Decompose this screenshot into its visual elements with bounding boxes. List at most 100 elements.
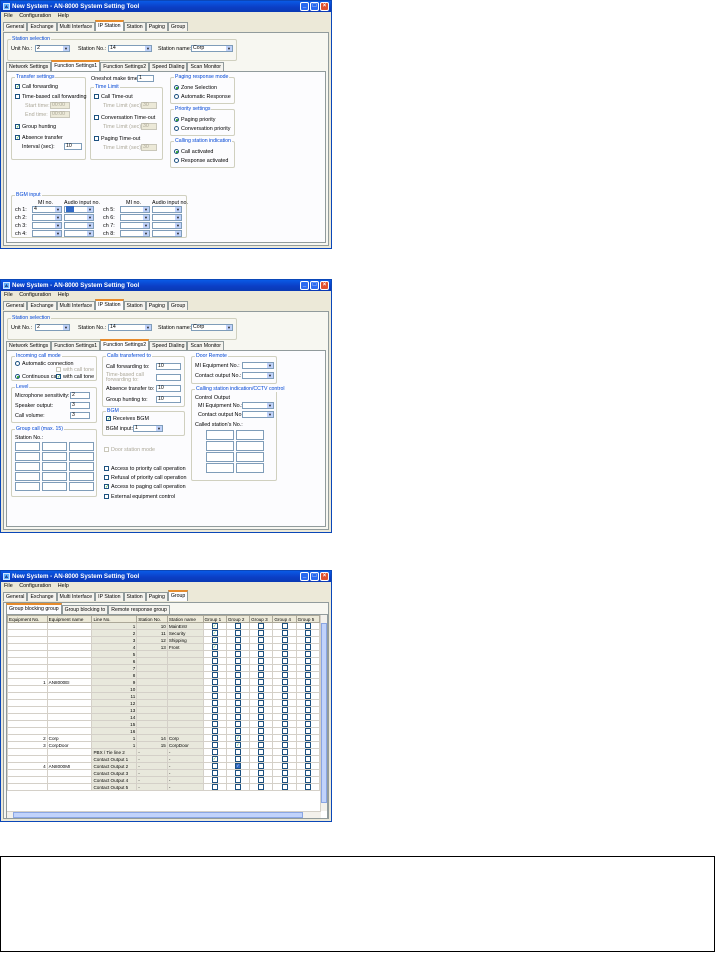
- group-checkbox[interactable]: [304, 658, 311, 664]
- call-forwarding-checkbox[interactable]: ✓: [15, 84, 20, 90]
- group-checkbox[interactable]: [304, 735, 311, 741]
- subtab-speed-dialing[interactable]: Speed Dialing: [149, 62, 188, 71]
- group-checkbox[interactable]: [258, 749, 265, 755]
- group-checkbox[interactable]: [211, 777, 218, 783]
- response-activated-radio[interactable]: [174, 158, 179, 163]
- continuous-call-tone-checkbox[interactable]: ✓: [56, 374, 61, 380]
- tab-station[interactable]: Station: [123, 22, 146, 31]
- oneshot-input[interactable]: 1: [137, 75, 154, 82]
- group-checkbox[interactable]: [258, 763, 265, 769]
- paging-priority-radio[interactable]: [174, 117, 179, 122]
- unit-no-select[interactable]: 2 ▼: [35, 324, 70, 331]
- call-volume-input[interactable]: 3: [70, 412, 90, 419]
- group-checkbox[interactable]: [234, 707, 241, 713]
- group-checkbox[interactable]: [281, 735, 288, 741]
- group-checkbox[interactable]: [234, 686, 241, 692]
- menu-configuration[interactable]: Configuration: [19, 292, 51, 298]
- group-call-station-input[interactable]: [69, 442, 94, 451]
- zone-selection-radio[interactable]: [174, 85, 179, 90]
- auto-call-tone-checkbox[interactable]: [56, 367, 61, 372]
- menu-file[interactable]: File: [4, 292, 13, 298]
- called-station-input[interactable]: [236, 452, 264, 462]
- group-checkbox[interactable]: [304, 700, 311, 706]
- group-checkbox[interactable]: [304, 672, 311, 678]
- group-checkbox[interactable]: [258, 644, 265, 650]
- group-checkbox[interactable]: [281, 763, 288, 769]
- menu-configuration[interactable]: Configuration: [19, 583, 51, 589]
- group-checkbox[interactable]: [304, 763, 311, 769]
- group-call-station-input[interactable]: [69, 482, 94, 491]
- group-checkbox[interactable]: [281, 693, 288, 699]
- absence-transfer-to-input[interactable]: 10: [156, 385, 181, 392]
- minimize-icon[interactable]: _: [300, 572, 309, 581]
- tab-station[interactable]: Station: [123, 301, 146, 310]
- group-checkbox[interactable]: [258, 742, 265, 748]
- group-call-station-input[interactable]: [69, 452, 94, 461]
- conversation-priority-radio[interactable]: [174, 126, 179, 131]
- title-bar[interactable]: A New System - AN-8000 System Setting To…: [1, 571, 331, 582]
- ch5-mi-select[interactable]: ▼: [120, 206, 150, 213]
- group-checkbox[interactable]: [234, 693, 241, 699]
- group-checkbox[interactable]: [211, 714, 218, 720]
- group-checkbox[interactable]: [258, 728, 265, 734]
- menu-help[interactable]: Help: [58, 13, 69, 19]
- group-checkbox[interactable]: [211, 651, 218, 657]
- ch1-audio-select[interactable]: ▼: [64, 206, 94, 213]
- group-checkbox[interactable]: [281, 679, 288, 685]
- menu-configuration[interactable]: Configuration: [19, 13, 51, 19]
- group-checkbox[interactable]: [234, 777, 241, 783]
- called-station-input[interactable]: [206, 441, 234, 451]
- group-checkbox[interactable]: [211, 784, 218, 790]
- group-checkbox[interactable]: [304, 714, 311, 720]
- group-call-station-input[interactable]: [42, 462, 67, 471]
- group-hunting-to-input[interactable]: 10: [156, 396, 181, 403]
- ch2-audio-select[interactable]: ▼: [64, 214, 94, 221]
- time-based-forwarding-checkbox[interactable]: [15, 94, 20, 99]
- ch6-mi-select[interactable]: ▼: [120, 214, 150, 221]
- group-checkbox[interactable]: ✓: [234, 763, 241, 769]
- group-call-station-input[interactable]: [15, 482, 40, 491]
- group-call-station-input[interactable]: [15, 452, 40, 461]
- group-checkbox[interactable]: ✓: [211, 637, 218, 643]
- group-checkbox[interactable]: [211, 763, 218, 769]
- called-station-input[interactable]: [236, 441, 264, 451]
- call-limit-input[interactable]: 30: [141, 102, 157, 109]
- group-checkbox[interactable]: [234, 749, 241, 755]
- ch8-mi-select[interactable]: ▼: [120, 230, 150, 237]
- tab-ip-station[interactable]: IP Station: [95, 20, 124, 31]
- group-call-station-input[interactable]: [15, 472, 40, 481]
- group-checkbox[interactable]: [304, 756, 311, 762]
- group-checkbox[interactable]: [211, 686, 218, 692]
- door-mi-equipment-select[interactable]: ▼: [242, 362, 274, 369]
- group-checkbox[interactable]: [211, 721, 218, 727]
- paging-timeout-checkbox[interactable]: [94, 136, 99, 141]
- paging-access-checkbox[interactable]: ✓: [104, 484, 109, 490]
- tab-multi-interface[interactable]: Multi Interface: [56, 22, 96, 31]
- group-checkbox[interactable]: [281, 756, 288, 762]
- minimize-icon[interactable]: _: [300, 2, 309, 11]
- called-station-input[interactable]: [236, 430, 264, 440]
- tab-group[interactable]: Group: [167, 22, 189, 31]
- subtab-network-settings[interactable]: Network Settings: [6, 341, 52, 350]
- group-checkbox[interactable]: [304, 777, 311, 783]
- ch5-audio-select[interactable]: ▼: [152, 206, 182, 213]
- group-checkbox[interactable]: [258, 679, 265, 685]
- horizontal-scrollbar[interactable]: [7, 811, 321, 818]
- station-no-select[interactable]: 14 ▼: [108, 324, 152, 331]
- group-checkbox[interactable]: [281, 784, 288, 790]
- group-checkbox[interactable]: ✓: [211, 630, 218, 636]
- called-station-input[interactable]: [206, 430, 234, 440]
- station-name-select[interactable]: Corp ▼: [191, 324, 233, 331]
- group-checkbox[interactable]: [234, 700, 241, 706]
- close-icon[interactable]: ×: [320, 2, 329, 11]
- bgm-input-select[interactable]: 1 ▼: [133, 425, 163, 432]
- group-checkbox[interactable]: [258, 735, 265, 741]
- maximize-icon[interactable]: □: [310, 572, 319, 581]
- group-checkbox[interactable]: [281, 644, 288, 650]
- group-checkbox[interactable]: [234, 630, 241, 636]
- group-checkbox[interactable]: [258, 665, 265, 671]
- end-time-input[interactable]: 00:00: [50, 111, 70, 118]
- ch2-mi-select[interactable]: ▼: [32, 214, 62, 221]
- tab-multi-interface[interactable]: Multi Interface: [56, 592, 96, 601]
- group-checkbox[interactable]: [304, 742, 311, 748]
